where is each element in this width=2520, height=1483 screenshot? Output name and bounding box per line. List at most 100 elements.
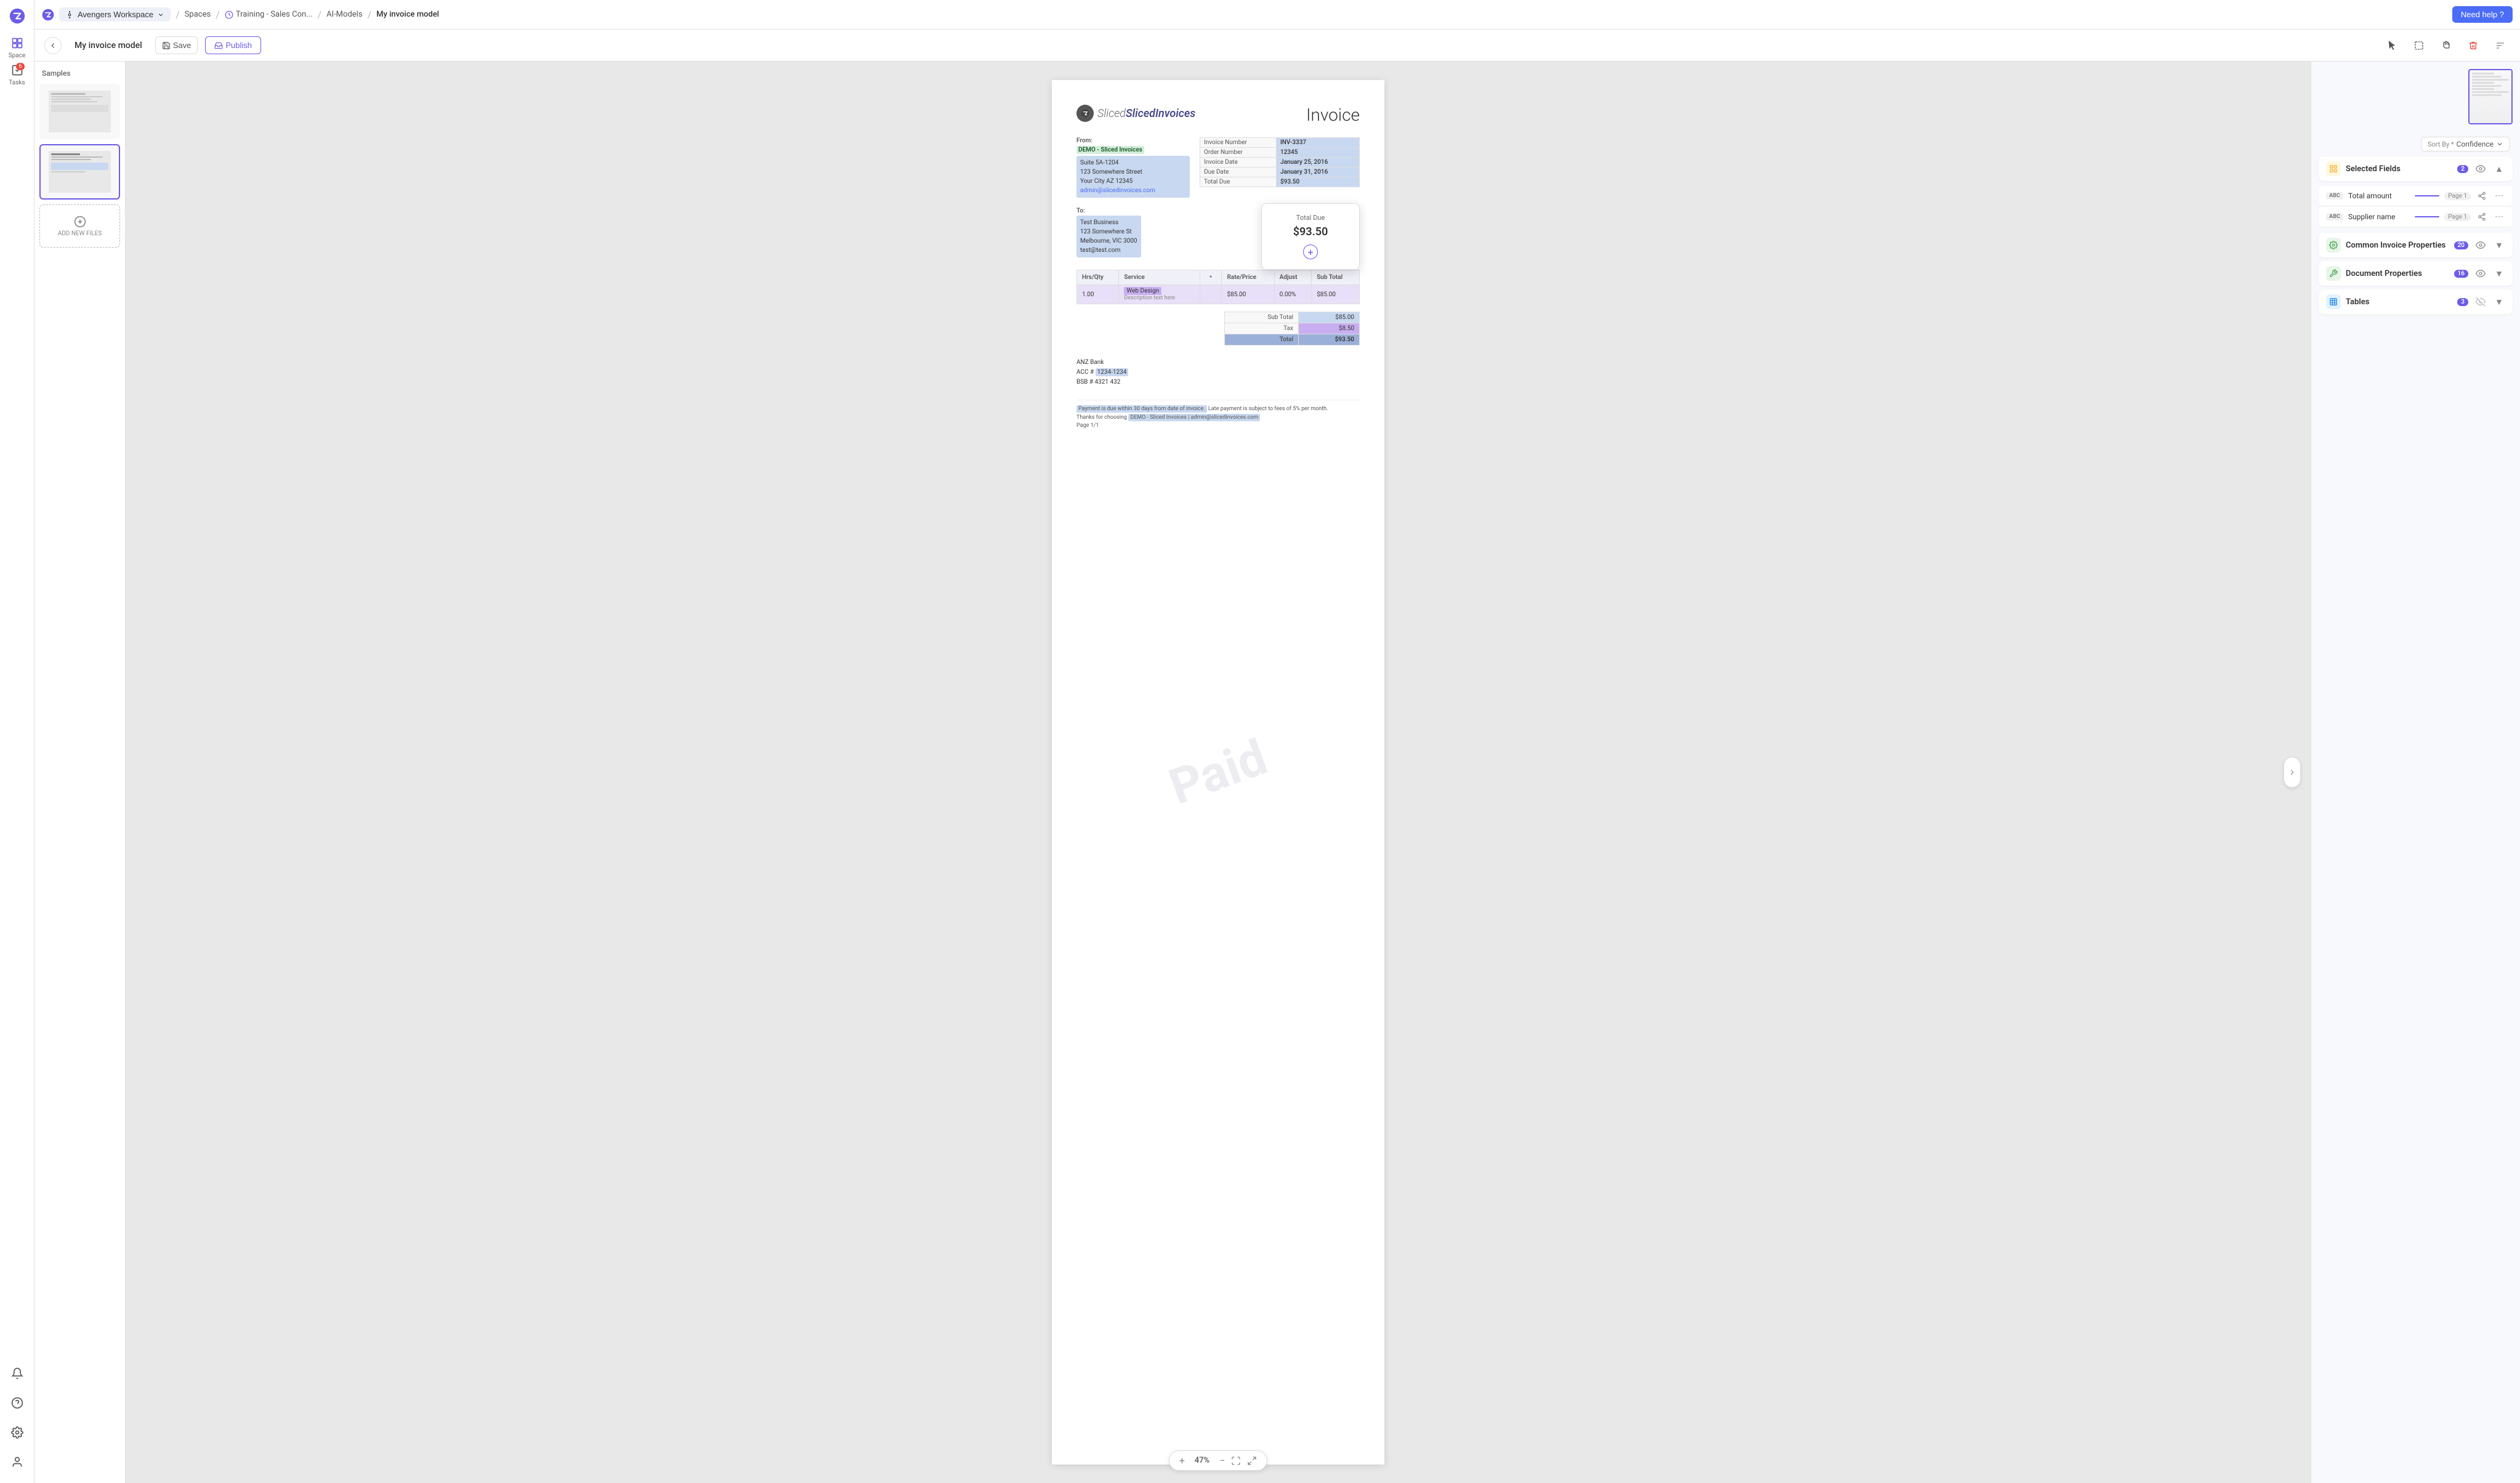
bank-acc: ACC # 1234-1234 [1076, 368, 1360, 378]
common-invoice-section: Common Invoice Properties 20 ▼ [2319, 233, 2513, 259]
tables-badge: 3 [2457, 298, 2468, 306]
training-link[interactable]: Training - Sales Con... [225, 10, 313, 19]
sidebar-user-icon[interactable] [4, 1449, 31, 1476]
paid-watermark: Paid [1162, 728, 1275, 816]
thumbnail-strip [2311, 62, 2520, 132]
details-row-invoice-date: Invoice DateJanuary 25, 2016 [1200, 158, 1360, 168]
nav-separator-2: / [216, 9, 220, 20]
document-properties-eye[interactable] [2473, 266, 2488, 281]
zoom-in-button[interactable]: + [1179, 1455, 1185, 1466]
tasks-badge: 6 [16, 63, 24, 70]
sort-dropdown[interactable]: Sort By * Confidence [2421, 137, 2510, 152]
field-item-supplier-name: ABC Supplier name Page 1 ⋯ [2319, 207, 2513, 227]
sort-options-button[interactable] [2490, 36, 2510, 55]
zoom-out-button[interactable]: − [1219, 1455, 1225, 1466]
from-name: DEMO - Sliced Invoices [1076, 146, 1144, 154]
save-button[interactable]: Save [155, 36, 198, 54]
selected-fields-title: Selected Fields [2346, 164, 2452, 174]
fullscreen-button[interactable] [1247, 1456, 1257, 1466]
details-row-order-number: Order Number12345 [1200, 148, 1360, 158]
sidebar-space-icon[interactable]: Space [4, 34, 31, 62]
details-row-total-due: Total Due$93.50 [1200, 177, 1360, 187]
field-item-total-amount: ABC Total amount Page 1 ⋯ [2319, 186, 2513, 206]
zoom-bar: + 47% − [1169, 1450, 1267, 1471]
tables-title: Tables [2346, 297, 2452, 307]
current-page-link: My invoice model [376, 10, 439, 19]
popup-title: Total Due [1274, 214, 1347, 222]
invoice-title: Invoice [1306, 105, 1360, 125]
from-label: From: [1076, 137, 1190, 144]
document-properties-chevron[interactable]: ▼ [2493, 267, 2505, 280]
zoom-fit-button[interactable] [1231, 1456, 1241, 1466]
selected-fields-header[interactable]: Selected Fields 2 ▲ [2319, 156, 2513, 181]
workspace-name: Avengers Workspace [78, 10, 153, 19]
logo-icon [1076, 105, 1094, 122]
common-invoice-eye[interactable] [2473, 238, 2488, 253]
document-properties-badge: 16 [2454, 270, 2468, 278]
field-connect-icon-2[interactable] [2476, 211, 2488, 223]
document-thumbnail[interactable] [2468, 69, 2513, 124]
samples-title: Samples [39, 69, 120, 78]
selection-tool-button[interactable] [2409, 36, 2429, 55]
popup-add-button[interactable]: + [1303, 244, 1318, 259]
nav-separator-3: / [317, 9, 321, 20]
field-more-icon-1[interactable]: ⋯ [2493, 190, 2505, 202]
samples-panel: Samples [34, 62, 126, 1483]
invoice-from-row: From: DEMO - Sliced Invoices Suite 5A-12… [1076, 137, 1360, 198]
hand-tool-button[interactable] [2436, 36, 2456, 55]
field-connector-line-2 [2415, 216, 2439, 217]
cursor-tool-button[interactable] [2382, 36, 2402, 55]
field-type-abc-2: ABC [2326, 213, 2343, 220]
model-name[interactable]: My invoice model [69, 38, 148, 54]
common-invoice-chevron[interactable]: ▼ [2493, 239, 2505, 251]
selected-fields-eye[interactable] [2473, 161, 2488, 176]
totals-subtotal: Sub Total$85.00 [1225, 312, 1360, 323]
invoice-header: SlicedSlicedInvoices Invoice [1076, 105, 1360, 125]
totals-total: Total$93.50 [1225, 334, 1360, 345]
sample-thumb-1[interactable] [39, 84, 120, 139]
field-page-1: Page 1 [2444, 192, 2471, 200]
invoice-canvas: SlicedSlicedInvoices Invoice From: DEMO … [126, 62, 2311, 1483]
right-panel: Sort By * Confidence Selected Fields [2311, 62, 2520, 1483]
tables-chevron[interactable]: ▼ [2493, 296, 2505, 308]
items-table-row-1: 1.00 Web DesignDescription text here $85… [1077, 285, 1360, 304]
sidebar-settings-icon[interactable] [4, 1419, 31, 1446]
selected-fields-chevron[interactable]: ▲ [2493, 163, 2505, 175]
popup-amount: $93.50 [1274, 225, 1347, 238]
tables-icon [2326, 294, 2341, 309]
nav-separator-1: / [176, 9, 180, 20]
sample-thumb-2[interactable] [39, 144, 120, 200]
selected-fields-section: Selected Fields 2 ▲ ABC Total amount [2319, 156, 2513, 230]
common-invoice-header[interactable]: Common Invoice Properties 20 ▼ [2319, 233, 2513, 257]
bank-bsb: BSB # 4321 432 [1076, 378, 1360, 387]
field-connect-icon-1[interactable] [2476, 190, 2488, 202]
spaces-link[interactable]: Spaces [185, 10, 211, 19]
sidebar-help-icon[interactable] [4, 1389, 31, 1416]
expand-panel-button[interactable] [2284, 757, 2301, 788]
totals-tax: Tax$8.50 [1225, 323, 1360, 334]
bank-info: ANZ Bank ACC # 1234-1234 BSB # 4321 432 [1076, 358, 1360, 387]
publish-button[interactable]: Publish [205, 36, 261, 54]
help-button[interactable]: Need help ? [2452, 6, 2513, 23]
tasks-label: Tasks [9, 79, 25, 86]
document-properties-title: Document Properties [2346, 269, 2449, 278]
tables-header[interactable]: Tables 3 ▼ [2319, 289, 2513, 314]
zoom-percent: 47% [1191, 1456, 1213, 1465]
delete-button[interactable] [2463, 36, 2483, 55]
sidebar-tasks-icon[interactable]: 6 Tasks [4, 62, 31, 89]
workspace-button[interactable]: Avengers Workspace [59, 7, 171, 22]
from-email: admin@slicedinvoices.com [1080, 187, 1155, 194]
ai-models-link[interactable]: AI-Models [326, 10, 362, 19]
field-name-total-amount: Total amount [2348, 192, 2410, 200]
items-table-header: Hrs/Qty Service Rate/Price Adjust Sub To… [1077, 270, 1360, 285]
field-more-icon-2[interactable]: ⋯ [2493, 211, 2505, 223]
back-button[interactable] [44, 37, 62, 54]
sidebar-notifications-icon[interactable] [4, 1360, 31, 1387]
add-files-button[interactable]: ADD NEW FILES [39, 204, 120, 248]
to-address: Test Business 123 Somewhere St Melbourne… [1076, 216, 1141, 257]
details-row-due-date: Due DateJanuary 31, 2016 [1200, 168, 1360, 177]
document-properties-header[interactable]: Document Properties 16 ▼ [2319, 261, 2513, 286]
from-address: Suite 5A-1204123 Somewhere StreetYour Ci… [1076, 156, 1190, 198]
content-area: Samples [34, 62, 2520, 1483]
tables-eye[interactable] [2473, 294, 2488, 309]
